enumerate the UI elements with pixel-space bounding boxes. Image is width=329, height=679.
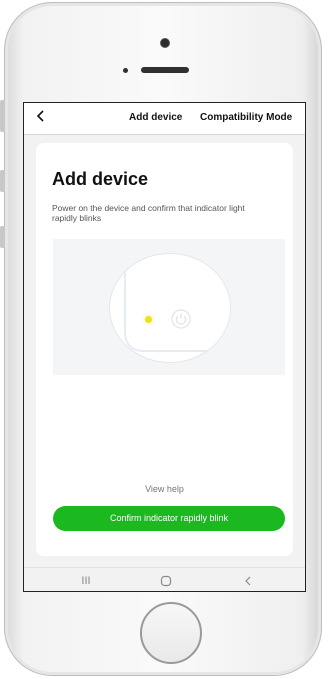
view-help-link[interactable]: View help [36,484,293,494]
system-back-icon[interactable] [238,572,258,590]
back-button[interactable] [32,109,50,127]
compatibility-mode-button[interactable]: Compatibility Mode [200,112,292,123]
card-title: Add device [52,169,149,189]
instruction-text: Power on the device and confirm that ind… [52,203,245,223]
sensor-dot [123,68,128,73]
chevron-left-icon [36,110,44,122]
front-camera [160,38,170,48]
navigation-bar: Add device Compatibility Mode [24,103,305,135]
earpiece-speaker [141,67,189,73]
page-title: Add device [129,112,183,123]
device-corner [124,260,230,352]
indicator-light [145,316,152,323]
illustration-circle [109,253,231,363]
side-button-volume-down [0,226,5,248]
hardware-home-button[interactable] [140,602,202,664]
add-device-card: Add device Power on the device and confi… [36,143,293,556]
home-icon[interactable] [156,572,176,590]
phone-screen: Add device Compatibility Mode Add device… [23,102,306,592]
side-button-silent [0,100,5,132]
side-button-volume-up [0,170,5,192]
system-nav-bar: III [24,567,305,591]
recents-icon[interactable]: III [76,572,96,590]
stage: Add device Compatibility Mode Add device… [0,0,329,679]
device-illustration [53,239,285,375]
confirm-blink-button[interactable]: Confirm indicator rapidly blink [53,506,285,531]
power-icon [171,309,191,329]
